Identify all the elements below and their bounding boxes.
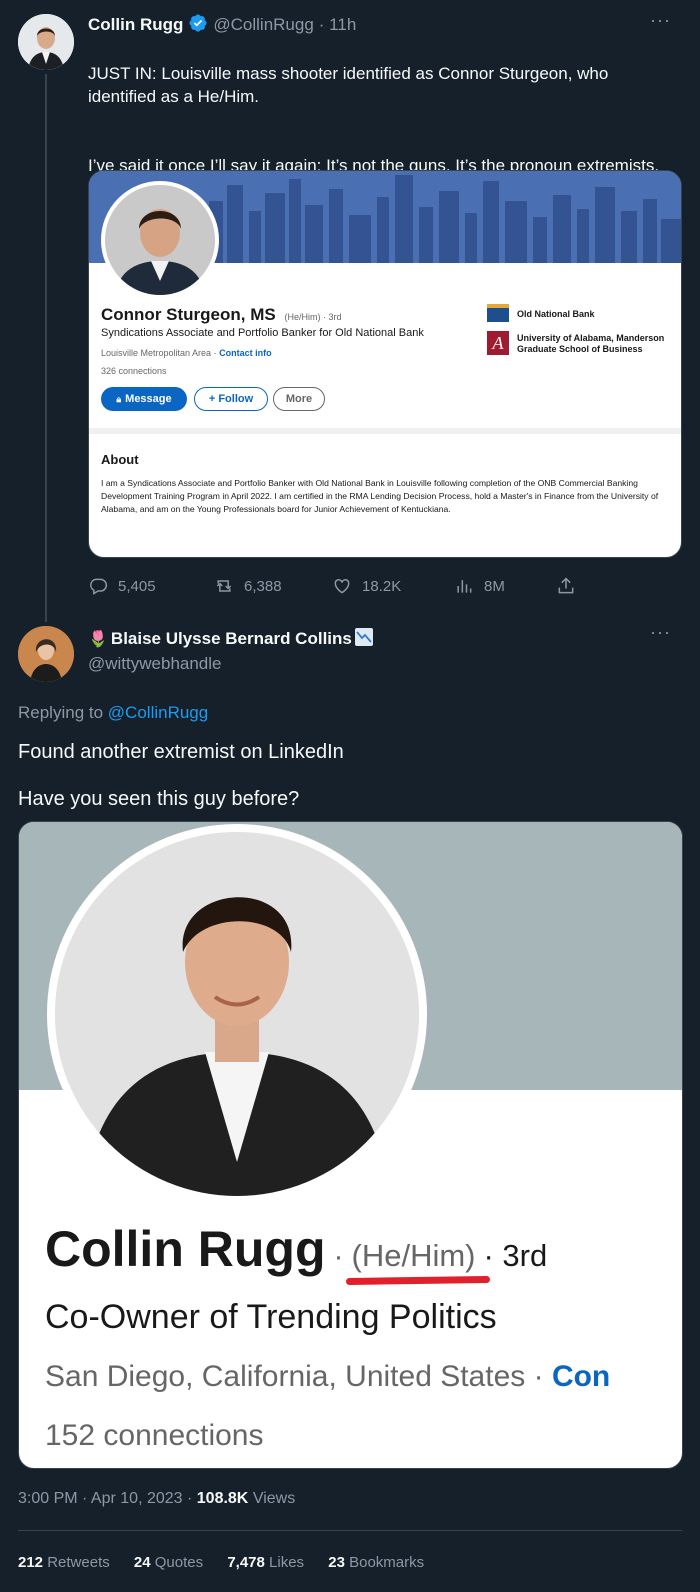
quotes-label: Quotes bbox=[154, 1554, 204, 1571]
contact-info-link[interactable]: Con bbox=[552, 1360, 610, 1393]
old-national-bank-logo bbox=[487, 304, 509, 322]
linkedin-crop-image[interactable]: Collin Rugg · (He/Him) · 3rd Co-Owner of… bbox=[18, 821, 683, 1469]
share-icon bbox=[558, 577, 574, 594]
reply-action[interactable]: 5,405 bbox=[88, 576, 156, 596]
tweet-1-action-bar: 5,405 6,388 18.2K 8M bbox=[88, 576, 682, 598]
tweet-2-text: Found another extremist on LinkedIn Have… bbox=[18, 739, 344, 812]
more-options-icon[interactable]: ··· bbox=[650, 622, 671, 643]
profile-name-row: Collin Rugg · (He/Him) · 3rd bbox=[45, 1220, 548, 1286]
connection-degree: · 3rd bbox=[483, 1238, 548, 1273]
more-button[interactable]: More bbox=[273, 387, 325, 411]
tweet-1-text-line1: JUST IN: Louisville mass shooter identif… bbox=[88, 64, 609, 106]
retweets-count: 212 bbox=[18, 1554, 44, 1571]
bookmarks-stat[interactable]: 23 Bookmarks bbox=[328, 1554, 424, 1571]
lock-icon: 🔒︎ bbox=[116, 393, 122, 404]
tulip-icon: 🌷 bbox=[88, 631, 108, 648]
views-count: 108.8K bbox=[196, 1490, 249, 1507]
retweets-stat[interactable]: 212 Retweets bbox=[18, 1554, 110, 1571]
reply-count: 5,405 bbox=[118, 577, 156, 595]
education-university-alabama: University of Alabama, Manderson Graduat… bbox=[517, 333, 665, 354]
profile-location-row: Louisville Metropolitan Area · Contact i… bbox=[101, 348, 272, 358]
bookmarks-count: 23 bbox=[328, 1554, 345, 1571]
views-bar-icon bbox=[457, 580, 472, 593]
profile-pronouns: (He/Him) bbox=[351, 1238, 476, 1273]
separator-dot: · bbox=[333, 1240, 344, 1273]
university-of-alabama-logo: A bbox=[487, 331, 509, 355]
about-text: I am a Syndications Associate and Portfo… bbox=[101, 478, 659, 514]
profile-name: Collin Rugg bbox=[45, 1221, 326, 1277]
share-action[interactable] bbox=[556, 576, 576, 596]
tweet-2-header: 🌷 Blaise Ulysse Bernard Collins bbox=[88, 627, 373, 651]
contact-info-link[interactable]: Contact info bbox=[219, 348, 272, 358]
tweet-2-text-line1: Found another extremist on LinkedIn bbox=[18, 741, 344, 763]
heart-icon bbox=[334, 578, 350, 594]
verified-badge-icon bbox=[188, 13, 208, 38]
handle[interactable]: @CollinRugg bbox=[213, 15, 313, 35]
message-button[interactable]: 🔒︎ Message bbox=[101, 387, 187, 411]
stats-divider bbox=[18, 1530, 682, 1531]
reply-icon bbox=[90, 578, 108, 595]
views-label: Views bbox=[252, 1490, 296, 1507]
follow-button[interactable]: + Follow bbox=[194, 387, 268, 411]
display-name[interactable]: Blaise Ulysse Bernard Collins bbox=[111, 629, 352, 649]
profile-connections: 152 connections bbox=[45, 1419, 264, 1452]
replying-to: Replying to @CollinRugg bbox=[18, 703, 208, 723]
likes-label: Likes bbox=[269, 1554, 305, 1571]
blaise-avatar[interactable] bbox=[18, 626, 74, 682]
message-button-label: Message bbox=[125, 393, 172, 405]
tweet-1-header: Collin Rugg @CollinRugg · 11h bbox=[88, 13, 356, 37]
collin-rugg-avatar[interactable] bbox=[18, 14, 74, 70]
company-old-national-bank: Old National Bank bbox=[517, 309, 595, 319]
retweet-icon bbox=[216, 580, 232, 592]
like-count: 18.2K bbox=[362, 577, 402, 595]
views-action[interactable]: 8M bbox=[454, 576, 505, 596]
profile-location-row: San Diego, California, United States · C… bbox=[45, 1360, 610, 1394]
profile-headline: Syndications Associate and Portfolio Ban… bbox=[101, 327, 424, 339]
timestamp-relative[interactable]: · 11h bbox=[319, 15, 357, 35]
profile-headline: Co-Owner of Trending Politics bbox=[45, 1298, 497, 1336]
replying-to-label: Replying to bbox=[18, 703, 104, 722]
like-action[interactable]: 18.2K bbox=[332, 576, 401, 596]
profile-location: San Diego, California, United States · bbox=[45, 1360, 552, 1393]
section-divider bbox=[89, 428, 681, 434]
profile-connections: 326 connections bbox=[101, 366, 167, 376]
likes-count: 7,478 bbox=[227, 1554, 265, 1571]
quotes-stat[interactable]: 24 Quotes bbox=[134, 1554, 203, 1571]
linkedin-screenshot-card[interactable]: Connor Sturgeon, MS (He/Him) · 3rd Syndi… bbox=[88, 170, 682, 558]
thread-line bbox=[45, 74, 47, 622]
tweet-2-text-line2: Have you seen this guy before? bbox=[18, 788, 300, 810]
profile-pronouns-wrap: (He/Him) bbox=[345, 1238, 490, 1286]
more-options-icon[interactable]: ··· bbox=[650, 10, 671, 31]
profile-photo bbox=[101, 181, 219, 299]
retweets-label: Retweets bbox=[47, 1554, 110, 1571]
display-name[interactable]: Collin Rugg bbox=[88, 15, 183, 35]
profile-name: Connor Sturgeon, MS (He/Him) · 3rd bbox=[101, 305, 341, 325]
likes-stat[interactable]: 7,478 Likes bbox=[227, 1554, 304, 1571]
replying-to-handle-link[interactable]: @CollinRugg bbox=[108, 703, 208, 722]
retweet-count: 6,388 bbox=[244, 577, 282, 595]
red-underline-annotation bbox=[345, 1275, 490, 1286]
chart-decreasing-icon bbox=[354, 627, 373, 651]
tweet-timestamp-row: 3:00 PM · Apr 10, 2023 · 108.8K Views bbox=[18, 1490, 295, 1508]
retweet-action[interactable]: 6,388 bbox=[214, 576, 282, 596]
quotes-count: 24 bbox=[133, 1554, 151, 1571]
bookmarks-label: Bookmarks bbox=[349, 1554, 425, 1571]
profile-pronouns: (He/Him) · 3rd bbox=[284, 312, 342, 322]
handle[interactable]: @wittywebhandle bbox=[88, 654, 222, 674]
engagement-stats: 212 Retweets 24 Quotes 7,478 Likes 23 Bo… bbox=[18, 1554, 424, 1571]
profile-photo bbox=[47, 824, 427, 1204]
profile-name-text: Connor Sturgeon, MS bbox=[101, 305, 276, 324]
about-title: About bbox=[101, 452, 139, 467]
profile-location: Louisville Metropolitan Area · bbox=[101, 348, 217, 358]
views-count: 8M bbox=[484, 577, 505, 595]
tweet-timestamp[interactable]: 3:00 PM · Apr 10, 2023 · bbox=[18, 1490, 197, 1507]
